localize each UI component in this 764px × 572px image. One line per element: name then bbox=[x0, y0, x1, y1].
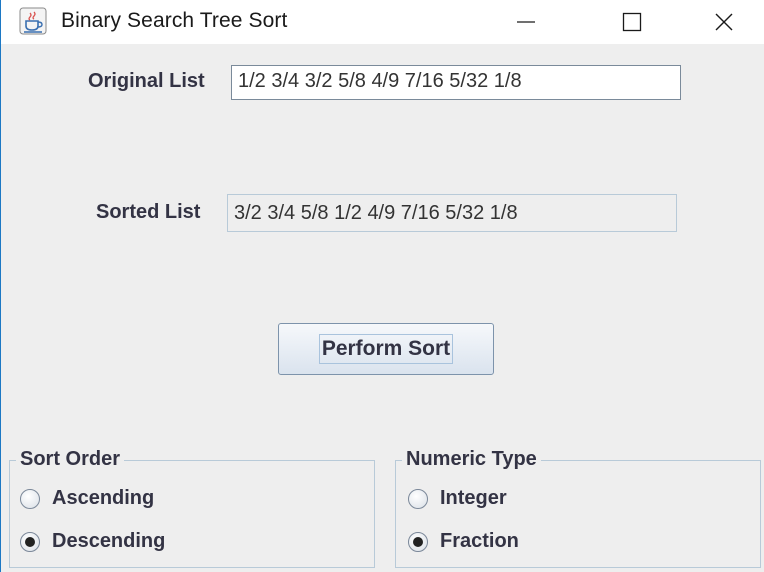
original-list-input[interactable]: 1/2 3/4 3/2 5/8 4/9 7/16 5/32 1/8 bbox=[231, 65, 681, 100]
minimize-icon bbox=[517, 21, 535, 23]
radio-fraction[interactable]: Fraction bbox=[408, 530, 519, 553]
radio-integer[interactable]: Integer bbox=[408, 487, 507, 510]
radio-checked-icon[interactable] bbox=[20, 531, 40, 552]
app-window: Binary Search Tree Sort Original List 1/… bbox=[0, 0, 764, 572]
numeric-type-group: Numeric Type Integer Fraction bbox=[395, 448, 761, 568]
fraction-label: Fraction bbox=[440, 530, 519, 552]
close-icon bbox=[715, 13, 733, 31]
numeric-type-title: Numeric Type bbox=[402, 448, 541, 471]
minimize-button[interactable] bbox=[491, 0, 561, 44]
window-title: Binary Search Tree Sort bbox=[61, 9, 288, 32]
title-bar[interactable]: Binary Search Tree Sort bbox=[1, 0, 764, 44]
ascending-label: Ascending bbox=[52, 487, 155, 509]
descending-label: Descending bbox=[52, 530, 166, 552]
sort-order-title: Sort Order bbox=[16, 448, 125, 471]
perform-sort-label: Perform Sort bbox=[318, 334, 454, 364]
radio-unchecked-icon[interactable] bbox=[408, 488, 428, 509]
radio-ascending[interactable]: Ascending bbox=[20, 487, 154, 510]
original-list-label: Original List bbox=[88, 70, 205, 92]
maximize-icon bbox=[622, 12, 642, 32]
close-button[interactable] bbox=[689, 0, 759, 44]
radio-descending[interactable]: Descending bbox=[20, 530, 165, 553]
maximize-button[interactable] bbox=[597, 0, 667, 44]
sorted-list-field: 3/2 3/4 5/8 1/2 4/9 7/16 5/32 1/8 bbox=[227, 194, 677, 232]
java-cup-icon bbox=[19, 7, 47, 35]
sorted-list-label: Sorted List bbox=[96, 201, 201, 223]
radio-checked-icon[interactable] bbox=[408, 531, 428, 552]
sort-order-group: Sort Order Ascending Descending bbox=[9, 448, 375, 568]
radio-unchecked-icon[interactable] bbox=[20, 488, 40, 509]
integer-label: Integer bbox=[440, 487, 507, 509]
perform-sort-button[interactable]: Perform Sort bbox=[278, 323, 494, 375]
